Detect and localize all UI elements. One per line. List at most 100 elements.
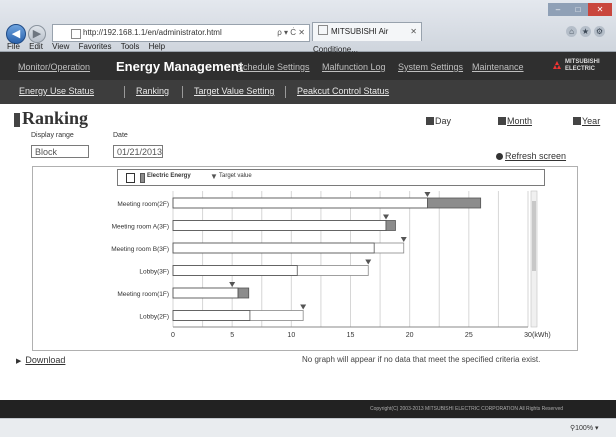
settings-gear-icon[interactable]: ⚙ [594, 26, 605, 37]
category-label: Meeting room A(3F) [112, 224, 169, 231]
x-tick-label: 10 [287, 332, 295, 339]
bar-outline [172, 310, 304, 321]
date-label: Date [113, 132, 128, 139]
bar-outline [172, 287, 239, 299]
nav-energy-management[interactable]: Energy Management [116, 59, 243, 74]
menu-edit[interactable]: Edit [29, 42, 43, 51]
period-year-tab[interactable]: Year [573, 116, 600, 126]
subnav-divider [124, 86, 125, 98]
title-marker-icon [14, 113, 20, 127]
category-label: Lobby(3F) [139, 269, 169, 276]
browser-status-bar [0, 418, 616, 437]
expand-arrow-icon: ▶ [16, 358, 22, 365]
maximize-icon[interactable]: □ [568, 3, 588, 16]
zoom-level[interactable]: ⚲100% ▾ [570, 424, 599, 432]
period-year-label: Year [582, 116, 601, 126]
download-link[interactable]: ▶ Download [16, 355, 65, 365]
category-label: Meeting room(2F) [117, 201, 169, 208]
nav-schedule-settings[interactable]: Schedule Settings [237, 62, 310, 72]
category-label: Lobby(2F) [139, 314, 169, 321]
no-data-note: No graph will appear if no data that mee… [302, 355, 541, 364]
window-close-icon[interactable]: ✕ [588, 3, 612, 16]
period-day-label: Day [435, 116, 452, 126]
subnav-divider [285, 86, 286, 98]
app-header: Monitor/Operation Energy Management Sche… [0, 52, 616, 104]
x-axis-unit-label: (kWh) [532, 332, 551, 339]
subnav-divider [182, 86, 183, 98]
nav-maintenance[interactable]: Maintenance [472, 62, 524, 72]
x-tick-label: 25 [465, 332, 473, 339]
ranking-chart-panel: Electric Energy ▼ Target value 0 5 10 15 20 2… [32, 166, 578, 351]
subnav-energy-use-status[interactable]: Energy Use Status [19, 86, 94, 96]
menu-favorites[interactable]: Favorites [79, 42, 112, 51]
download-label: Download [25, 355, 66, 365]
legend-toggle-icon[interactable] [126, 173, 135, 183]
bar-outline [172, 220, 387, 231]
period-day-icon [426, 117, 434, 125]
x-tick-label: 20 [406, 332, 414, 339]
content-area: Ranking Display range Block Date 01/21/2… [0, 104, 616, 400]
x-tick-label: 5 [230, 332, 234, 339]
favorites-star-icon[interactable]: ★ [580, 26, 591, 37]
subnav-target-value-setting[interactable]: Target Value Setting [194, 86, 274, 96]
target-marker [365, 259, 372, 265]
nav-system-settings[interactable]: System Settings [398, 62, 463, 72]
menu-tools[interactable]: Tools [121, 42, 140, 51]
refresh-bullet-icon [496, 153, 503, 160]
sub-navigation: Energy Use Status Ranking Target Value S… [0, 80, 616, 104]
mitsubishi-logo-icon [551, 60, 563, 72]
minimize-icon[interactable]: – [548, 3, 568, 16]
category-label: Meeting room(1F) [117, 291, 169, 298]
ranking-chart: 0 5 10 15 20 25 30 (kWh) Meeting room(2F) Meeting… [111, 190, 551, 339]
target-marker [424, 192, 431, 197]
legend-target-label: Target value [219, 173, 252, 179]
target-marker [300, 304, 307, 310]
overrun-bar [385, 220, 396, 231]
bar-outline [172, 265, 369, 276]
menu-help[interactable]: Help [149, 42, 165, 51]
bar-outline [172, 197, 428, 209]
period-year-icon [573, 117, 581, 125]
display-range-label: Display range [31, 132, 74, 139]
page-icon [71, 29, 81, 39]
page-title: Ranking [22, 108, 89, 128]
home-icon[interactable]: ⌂ [566, 26, 577, 37]
period-month-label: Month [507, 116, 533, 126]
forward-arrow-icon[interactable]: ▶ [28, 25, 46, 43]
zoom-value: 100% [575, 425, 594, 432]
refresh-label: Refresh screen [505, 151, 567, 161]
category-label: Meeting room B(3F) [111, 246, 169, 253]
x-tick-label: 0 [171, 332, 175, 339]
mitsubishi-logo-text: MITSUBISHI ELECTRIC [565, 59, 600, 72]
refresh-screen-link[interactable]: Refresh screen [496, 151, 566, 161]
legend-energy-swatch [140, 173, 145, 183]
back-arrow-icon[interactable]: ◀ [6, 24, 26, 44]
period-month-tab[interactable]: Month [498, 116, 532, 126]
menu-file[interactable]: File [7, 42, 20, 51]
bar-outline [172, 242, 405, 254]
x-tick-label: 30 [524, 332, 532, 339]
address-bar[interactable]: http://192.168.1.1/en/administrator.html… [52, 24, 310, 42]
address-controls[interactable]: ρ ▾ Ċ ✕ [277, 25, 305, 41]
date-field[interactable]: 01/21/2013 [113, 145, 163, 158]
overrun-bar [237, 287, 250, 299]
close-tab-icon[interactable]: ✕ [410, 23, 417, 41]
nav-monitor-operation[interactable]: Monitor/Operation [18, 62, 90, 72]
period-day-tab[interactable]: Day [426, 116, 451, 126]
target-marker [383, 214, 389, 220]
browser-tab[interactable]: MITSUBISHI Air Conditione... ✕ [312, 22, 422, 54]
nav-malfunction-log[interactable]: Malfunction Log [322, 62, 386, 72]
menu-view[interactable]: View [52, 42, 69, 51]
subnav-peakcut-control-status[interactable]: Peakcut Control Status [297, 86, 389, 96]
display-range-field[interactable]: Block [31, 145, 89, 158]
legend-target-icon: ▼ [210, 172, 218, 181]
chart-legend: Electric Energy ▼ Target value [117, 169, 545, 186]
legend-energy-label: Electric Energy [147, 173, 191, 179]
period-month-icon [498, 117, 506, 125]
copyright-text: Copyright(C) 2003-2013 MITSUBISHI ELECTR… [370, 406, 564, 412]
target-marker [400, 237, 407, 242]
chart-scroll-thumb [532, 201, 536, 271]
page-tab-icon [318, 25, 328, 35]
subnav-ranking[interactable]: Ranking [136, 86, 169, 96]
target-marker [229, 282, 236, 287]
